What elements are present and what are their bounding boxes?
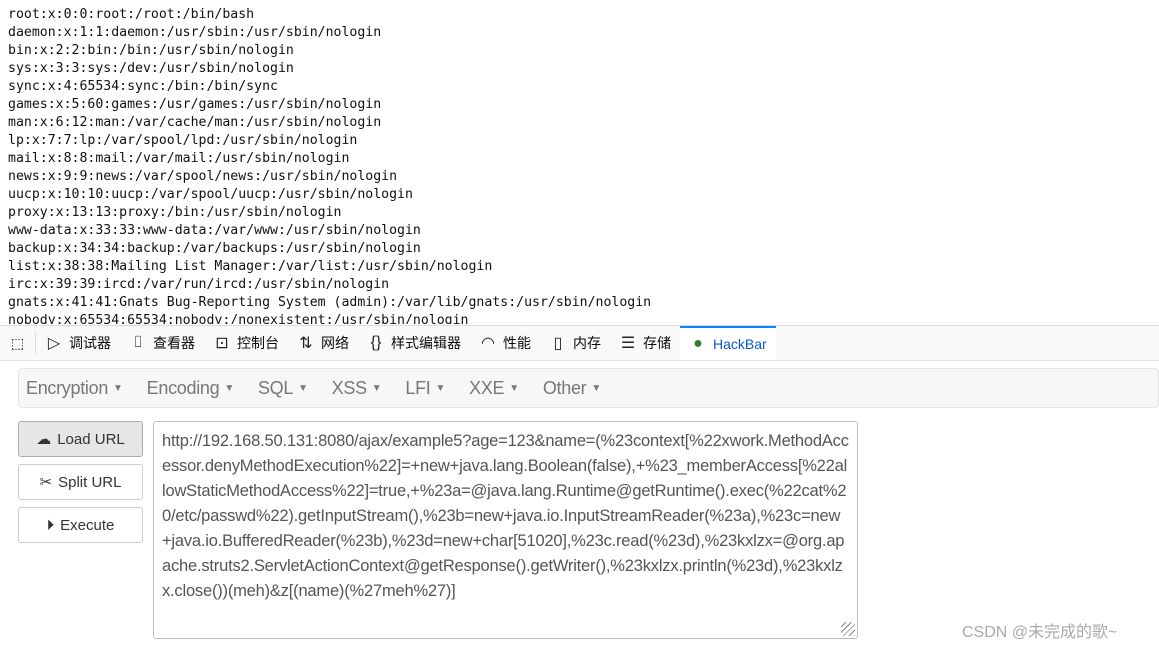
output-line: daemon:x:1:1:daemon:/usr/sbin:/usr/sbin/…: [8, 25, 382, 40]
caret-down-icon: ▼: [591, 383, 601, 395]
menu-xss[interactable]: XSS ▼: [332, 378, 382, 399]
hackbar-icon: ●: [693, 335, 703, 352]
tab-调试器[interactable]: ▷ 调试器: [36, 326, 120, 360]
output-line: man:x:6:12:man:/var/cache/man:/usr/sbin/…: [8, 115, 382, 130]
network-icon: ⇅: [299, 335, 313, 352]
output-line: sync:x:4:65534:sync:/bin:/bin/sync: [8, 79, 278, 94]
output-line: nobody:x:65534:65534:nobody:/nonexistent…: [8, 313, 469, 324]
resize-handle[interactable]: [841, 622, 855, 636]
menu-lfi[interactable]: LFI ▼: [405, 378, 445, 399]
output-line: irc:x:39:39:ircd:/var/run/ircd:/usr/sbin…: [8, 277, 390, 292]
output-line: news:x:9:9:news:/var/spool/news:/usr/sbi…: [8, 169, 398, 184]
output-line: lp:x:7:7:lp:/var/spool/lpd:/usr/sbin/nol…: [8, 133, 358, 148]
load-url-button[interactable]: ☁ Load URL: [18, 421, 143, 457]
watermark: CSDN @未完成的歌~: [962, 624, 1118, 641]
output-line: sys:x:3:3:sys:/dev:/usr/sbin/nologin: [8, 61, 294, 76]
tab-控制台[interactable]: ⊡ 控制台: [204, 326, 288, 360]
output-line: gnats:x:41:41:Gnats Bug-Reporting System…: [8, 295, 652, 310]
caret-down-icon: ▼: [224, 383, 234, 395]
picker-icon: ⬚: [10, 334, 25, 351]
menu-xxe[interactable]: XXE ▼: [469, 378, 519, 399]
style-editor-icon: {}: [370, 334, 382, 351]
output-line: bin:x:2:2:bin:/bin:/usr/sbin/nologin: [8, 43, 294, 58]
menu-encryption[interactable]: Encryption ▼: [26, 378, 123, 399]
scissors-icon: ✂: [39, 474, 53, 491]
output-line: list:x:38:38:Mailing List Manager:/var/l…: [8, 259, 493, 274]
menu-other[interactable]: Other ▼: [543, 378, 601, 399]
storage-icon: ☰: [620, 335, 636, 352]
console-icon: ⊡: [215, 335, 229, 352]
devtools-toolbar: ⬚ ▷ 调试器 ⌷ 查看器 ⊡ 控制台 ⇅ 网络{} 样式编辑器 ◠ 性能 ▯ 内存 ☰ 存储 ● HackBa…: [0, 325, 1159, 361]
hackbar-menu: Encryption ▼ Encoding ▼ SQL ▼ XSS ▼ LFI ▼ XXE ▼ Othe…: [18, 368, 1159, 408]
output-line: root:x:0:0:root:/root:/bin/bash: [8, 7, 255, 22]
output-line: proxy:x:13:13:proxy:/bin:/usr/sbin/nolog…: [8, 205, 342, 220]
tab-hackbar[interactable]: ● HackBar: [680, 326, 776, 360]
performance-icon: ◠: [481, 335, 495, 352]
caret-down-icon: ▼: [113, 383, 123, 395]
caret-down-icon: ▼: [371, 383, 382, 395]
memory-icon: ▯: [553, 335, 563, 352]
tab-存储[interactable]: ☰ 存储: [610, 326, 680, 360]
menu-sql[interactable]: SQL ▼: [258, 378, 308, 399]
output-line: www-data:x:33:33:www-data:/var/www:/usr/…: [8, 223, 421, 238]
caret-down-icon: ▼: [509, 383, 519, 395]
execute-button[interactable]: ⏵ Execute: [18, 507, 143, 543]
page-output: root:x:0:0:root:/root:/bin/bash daemon:x:…: [8, 6, 1158, 324]
output-line: mail:x:8:8:mail:/var/mail:/usr/sbin/nolo…: [8, 151, 350, 166]
cloud-download-icon: ☁: [36, 431, 52, 448]
play-icon: ⏵: [46, 516, 55, 534]
menu-encoding[interactable]: Encoding ▼: [147, 378, 235, 399]
debugger-icon: ▷: [47, 335, 61, 352]
tab-性能[interactable]: ◠ 性能: [470, 326, 540, 360]
tab-网络[interactable]: ⇅ 网络: [288, 326, 358, 360]
output-line: games:x:5:60:games:/usr/games:/usr/sbin/…: [8, 97, 382, 112]
tab-样式编辑器[interactable]: {} 样式编辑器: [358, 326, 470, 360]
url-textarea[interactable]: http://192.168.50.131:8080/ajax/example5…: [153, 421, 858, 639]
tab-内存[interactable]: ▯ 内存: [540, 326, 610, 360]
tab-查看器[interactable]: ⌷ 查看器: [120, 326, 204, 360]
element-picker-button[interactable]: ⬚: [0, 332, 36, 354]
caret-down-icon: ▼: [435, 383, 446, 395]
output-line: backup:x:34:34:backup:/var/backups:/usr/…: [8, 241, 421, 256]
split-url-button[interactable]: ✂ Split URL: [18, 464, 143, 500]
inspector-icon: ⌷: [133, 334, 143, 351]
output-line: uucp:x:10:10:uucp:/var/spool/uucp:/usr/s…: [8, 187, 413, 202]
caret-down-icon: ▼: [298, 383, 308, 395]
